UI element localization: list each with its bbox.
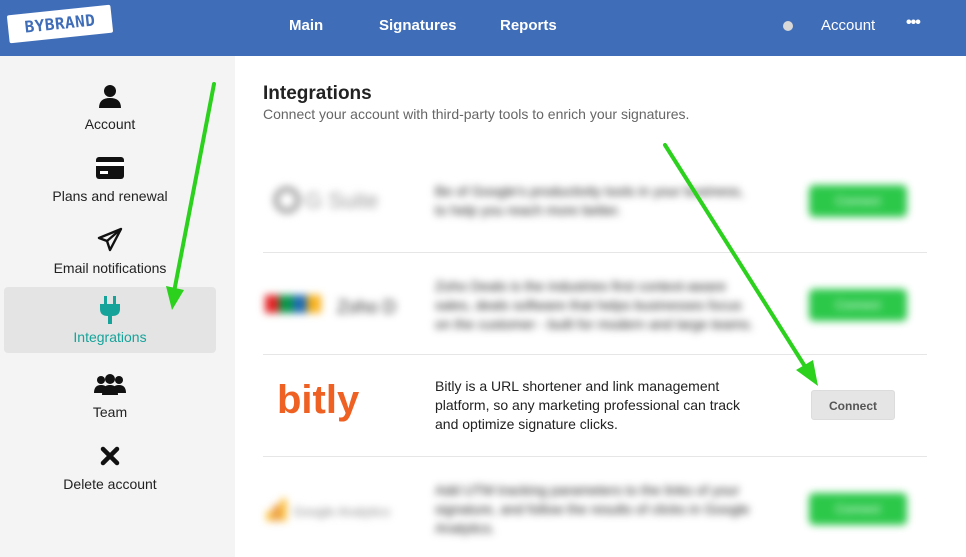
paper-plane-icon xyxy=(4,226,216,254)
bitly-logo: bitly xyxy=(275,373,385,438)
sidebar-item-delete-account[interactable]: Delete account xyxy=(4,436,216,502)
more-menu-icon[interactable]: ••• xyxy=(906,14,921,32)
bybrand-logo[interactable]: BYBRAND xyxy=(6,3,114,46)
sidebar-item-plans[interactable]: Plans and renewal xyxy=(4,148,216,214)
integration-row-bitly: bitly Bitly is a URL shortener and link … xyxy=(263,355,927,457)
page-title: Integrations xyxy=(263,83,372,104)
user-icon xyxy=(4,82,216,110)
sidebar-item-label: Delete account xyxy=(63,476,157,492)
sidebar-item-integrations[interactable]: Integrations xyxy=(4,287,216,353)
integration-description: Bitly is a URL shortener and link manage… xyxy=(435,378,741,432)
integrations-panel: Integrations Connect your account with t… xyxy=(235,56,966,557)
settings-sidebar: Account Plans and renewal Email notifica… xyxy=(0,56,235,557)
zoho-logo: Zoho Deals xyxy=(265,291,429,324)
top-navigation-bar: BYBRAND Main Signatures Reports Account … xyxy=(0,0,966,56)
sidebar-item-email-notifications[interactable]: Email notifications xyxy=(4,220,216,286)
integration-row-zoho: Zoho Deals Zoho Deals is the industries … xyxy=(263,253,927,355)
sidebar-item-team[interactable]: Team xyxy=(4,364,216,430)
status-dot-icon xyxy=(783,21,793,31)
integration-description: Be of Google's productivity tools in you… xyxy=(435,183,744,218)
page-subtitle: Connect your account with third-party to… xyxy=(263,106,690,122)
connect-button-bitly[interactable]: Connect xyxy=(811,390,895,420)
integration-description: Zoho Deals is the industries first conte… xyxy=(435,278,754,332)
logo-text: BYBRAND xyxy=(23,10,97,37)
gsuite-logo: G Suite xyxy=(273,186,385,219)
nav-reports[interactable]: Reports xyxy=(500,17,557,34)
bitly-logo-text: bitly xyxy=(277,378,360,422)
integration-description: Add UTM tracking parameters to the links… xyxy=(435,482,750,536)
plug-icon xyxy=(4,296,216,324)
google-analytics-logo: Google Analytics xyxy=(265,497,395,528)
nav-signatures[interactable]: Signatures xyxy=(379,17,457,34)
sidebar-item-label: Integrations xyxy=(73,329,147,345)
nav-account[interactable]: Account xyxy=(821,17,875,34)
sidebar-item-label: Team xyxy=(92,404,128,420)
gsuite-logo-text: G Suite xyxy=(305,188,378,213)
connect-button-zoho[interactable]: Connect xyxy=(809,289,907,321)
users-icon xyxy=(4,370,216,398)
sidebar-item-label: Email notifications xyxy=(53,260,167,276)
sidebar-item-label: Plans and renewal xyxy=(52,188,168,204)
connect-button-google-analytics[interactable]: Connect xyxy=(809,493,907,525)
integration-row-google-analytics: Google Analytics Add UTM tracking parame… xyxy=(263,457,927,557)
sidebar-item-account[interactable]: Account xyxy=(4,76,216,142)
credit-card-icon xyxy=(4,154,216,182)
integration-row-gsuite: G Suite Be of Google's productivity tool… xyxy=(263,148,927,253)
close-icon xyxy=(4,442,216,470)
sidebar-item-label: Account xyxy=(84,116,136,132)
zoho-logo-text: Zoho Deals xyxy=(337,297,395,317)
google-analytics-logo-text: Google Analytics xyxy=(293,504,390,519)
nav-main[interactable]: Main xyxy=(289,17,323,34)
connect-button-gsuite[interactable]: Connect xyxy=(809,185,907,217)
